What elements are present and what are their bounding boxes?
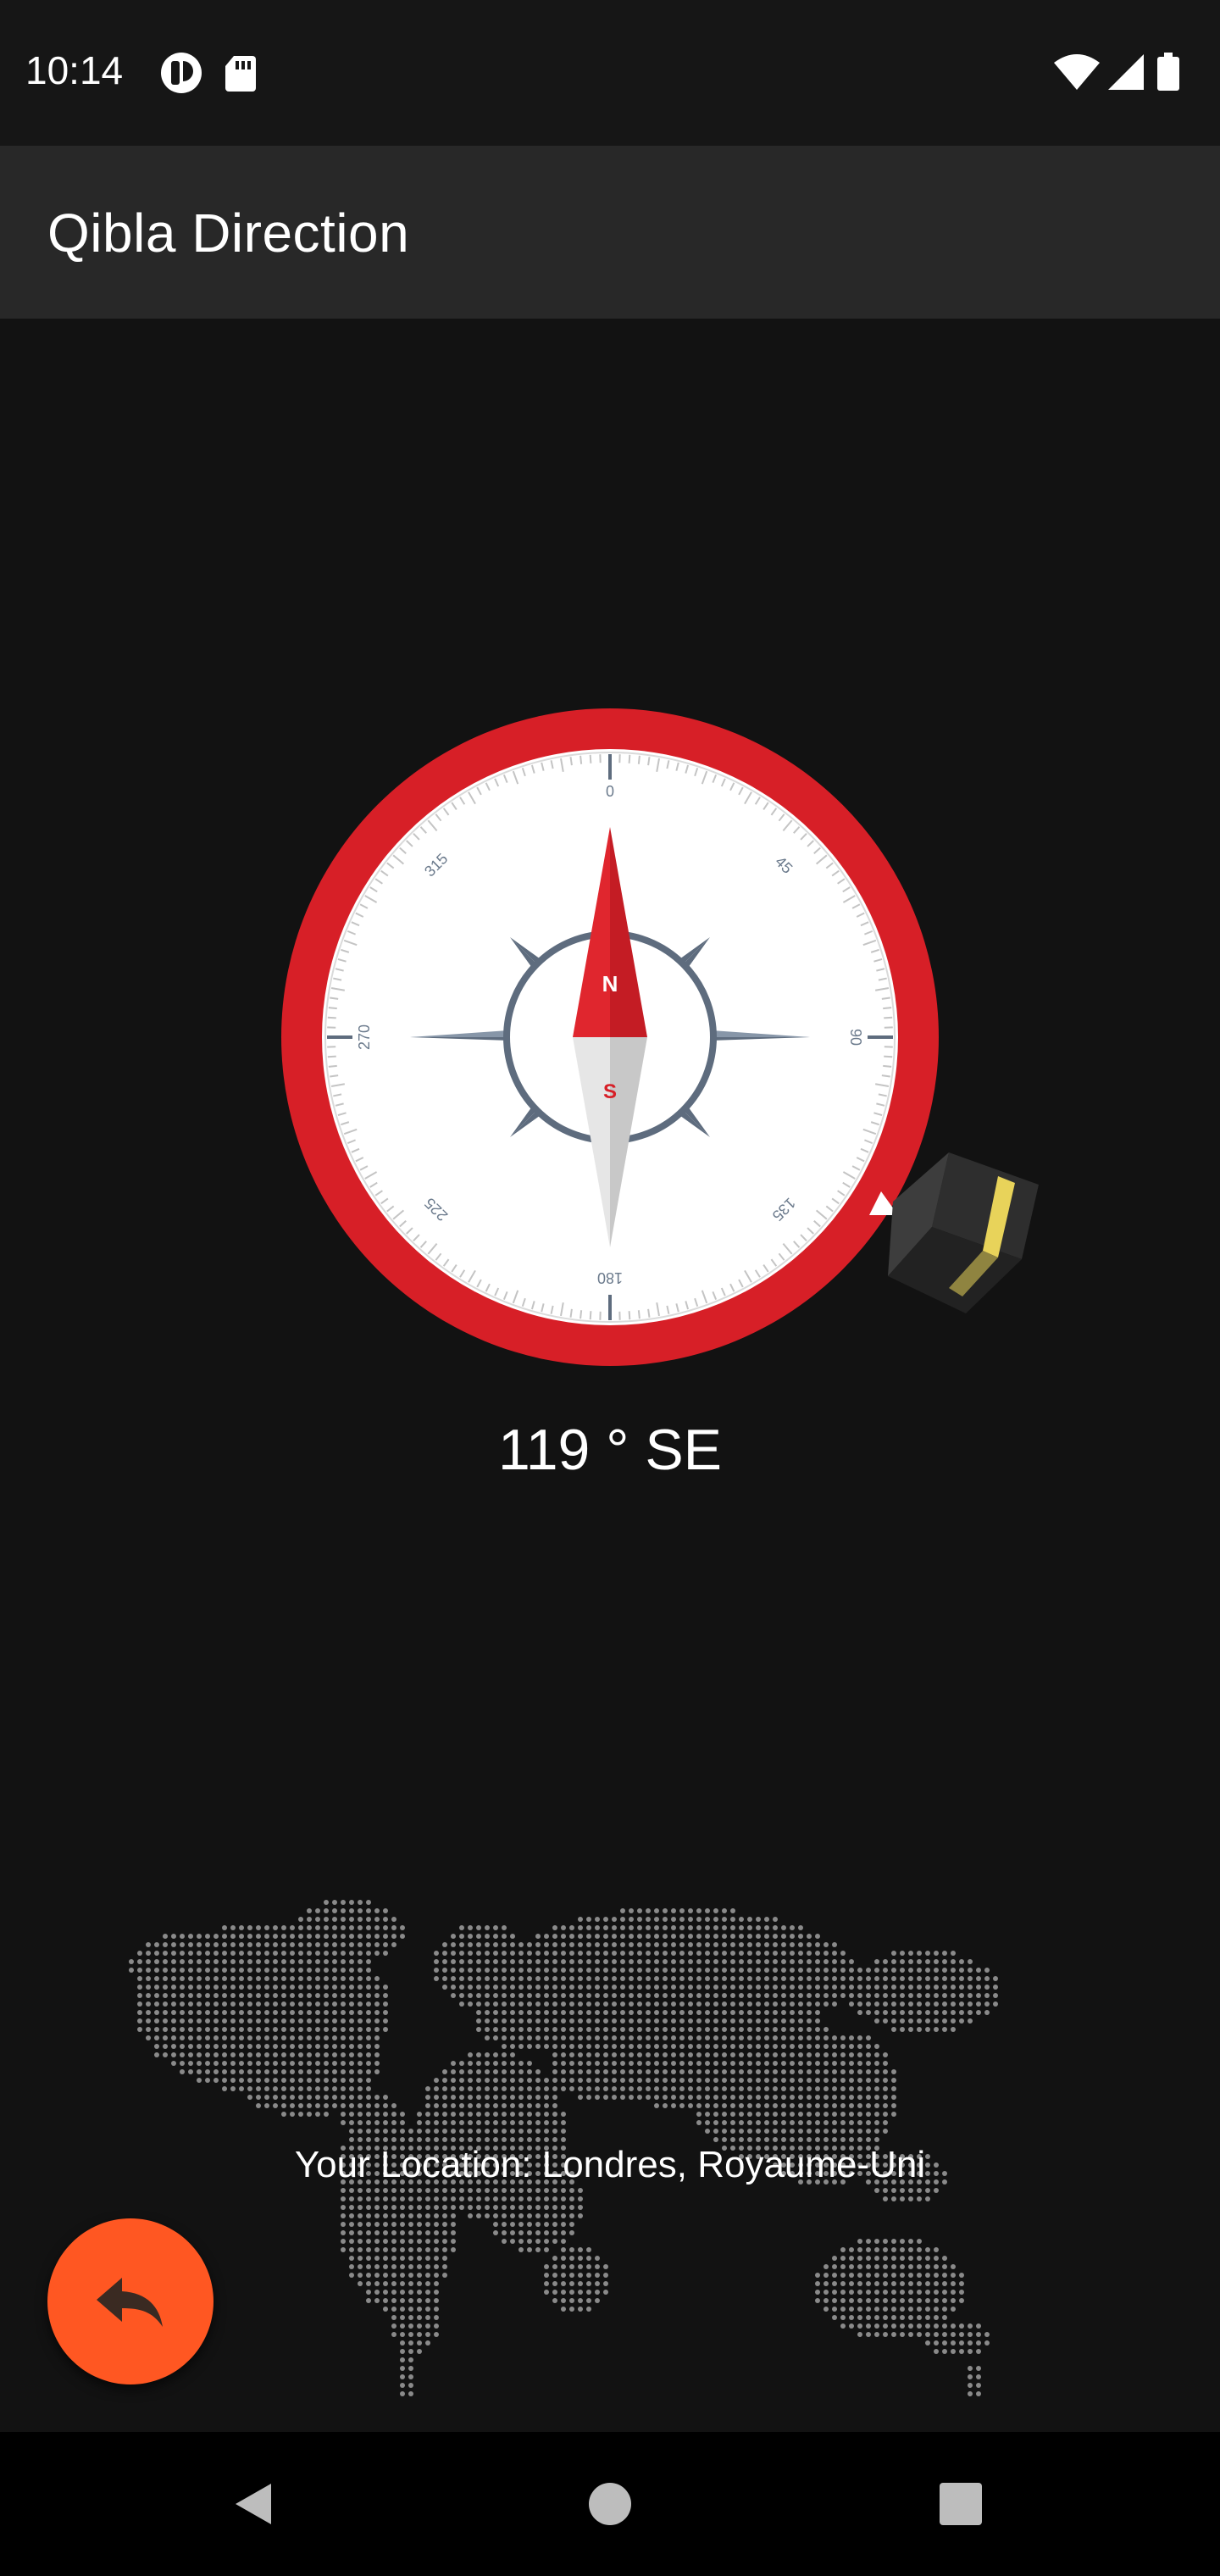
degree-label-0: 0 [606, 783, 614, 800]
nav-home-button[interactable] [542, 2432, 678, 2576]
kaaba-icon [888, 1152, 1039, 1313]
notification-app-icon [161, 53, 202, 93]
wifi-icon [1054, 54, 1100, 90]
status-bar: 10:14 [0, 0, 1220, 146]
nav-recents-button[interactable] [893, 2432, 1029, 2576]
cell-signal-icon [1108, 54, 1144, 90]
battery-icon [1157, 53, 1179, 91]
status-right-icons [1052, 51, 1196, 101]
status-time: 10:14 [25, 48, 124, 92]
degree-label-270: 270 [356, 1024, 373, 1050]
home-icon [589, 2483, 631, 2525]
back-icon [236, 2484, 271, 2524]
app-bar: Qibla Direction [0, 146, 1220, 319]
nav-back-button[interactable] [186, 2432, 322, 2576]
app-title: Qibla Direction [47, 203, 410, 264]
sd-card-icon [225, 56, 256, 92]
status-left-icons [159, 51, 286, 101]
degree-label-90: 90 [847, 1029, 864, 1046]
degree-label-180: 180 [597, 1269, 623, 1286]
reply-arrow-icon [97, 2278, 163, 2327]
compass: 0 45 90 135 180 225 270 315 N S [0, 695, 1220, 1373]
navigation-bar [0, 2432, 1220, 2576]
location-text: Your Location: Londres, Royaume-Uni [294, 2144, 926, 2185]
recents-icon [940, 2483, 982, 2525]
back-fab-button[interactable] [47, 2218, 214, 2384]
heading-readout: 119 ° SE [497, 1418, 723, 1482]
needle-south-label: S [603, 1080, 617, 1103]
needle-north-label: N [602, 971, 618, 997]
